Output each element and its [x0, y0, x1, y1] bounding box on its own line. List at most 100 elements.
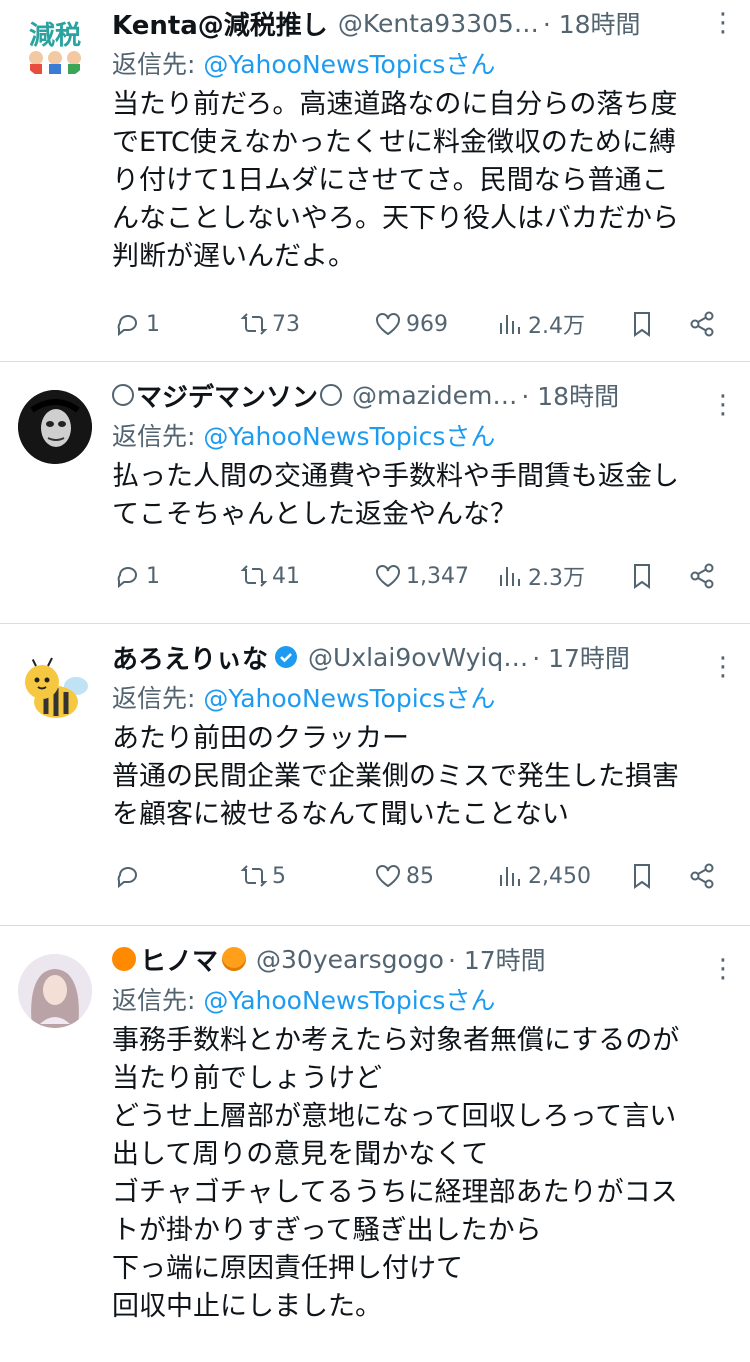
retweet-icon	[240, 865, 268, 887]
tweet[interactable]: マジデマンソン @mazidem… · 18時間 ⋮ 返信先: @YahooNe…	[0, 372, 750, 624]
views-button[interactable]: 2.3万	[496, 550, 585, 602]
retweet-count: 5	[272, 863, 286, 889]
like-button[interactable]: 85	[374, 850, 434, 902]
reply-prefix: 返信先:	[112, 684, 204, 713]
tweet-text: 払った人間の交通費や手数料や手間賃も返金し てこそちゃんとした返金やんな？	[112, 461, 679, 530]
display-name[interactable]: マジデマンソン	[136, 377, 318, 414]
like-icon	[376, 865, 400, 888]
reply-context: 返信先: @YahooNewsTopicsさん	[112, 982, 738, 1020]
retweet-icon	[240, 313, 268, 335]
share-button[interactable]	[688, 550, 716, 602]
retweet-icon	[240, 565, 268, 587]
action-bar: 1 73 969 2.4万	[112, 298, 738, 350]
tweet-header: Kenta@減税推し @Kenta93305… · 18時間	[112, 0, 738, 46]
reply-to-link[interactable]: @YahooNewsTopicsさん	[203, 684, 495, 713]
theater-mask-icon	[320, 384, 343, 406]
share-icon	[690, 863, 714, 889]
like-button[interactable]: 969	[374, 298, 448, 350]
views-count: 2,450	[528, 863, 591, 889]
avatar[interactable]	[18, 390, 92, 464]
reply-button[interactable]: 1	[114, 298, 160, 350]
bookmark-icon	[634, 864, 650, 889]
share-button[interactable]	[688, 850, 716, 902]
tweet-header: あろえりぃな @Uxlai9ovWyiq… · 17時間	[112, 634, 738, 680]
avatar[interactable]	[18, 954, 92, 1028]
reply-count: 1	[146, 563, 160, 589]
tweet[interactable]: 減税 Kenta@減税推し @Kenta93305… · 18時間 ⋮ 返信先:…	[0, 0, 750, 362]
share-icon	[690, 311, 714, 337]
more-icon[interactable]: ⋮	[710, 390, 736, 420]
retweet-button[interactable]: 73	[240, 298, 300, 350]
like-icon	[376, 313, 400, 336]
timestamp[interactable]: · 17時間	[532, 639, 630, 675]
reply-context: 返信先: @YahooNewsTopicsさん	[112, 680, 738, 718]
retweet-count: 73	[272, 311, 300, 337]
reply-prefix: 返信先:	[112, 50, 204, 79]
tangerine-icon	[222, 947, 247, 971]
views-icon	[500, 315, 520, 334]
reply-prefix: 返信先:	[112, 986, 204, 1015]
tweet[interactable]: ヒノマ @30yearsgogo · 17時間 ⋮ 返信先: @YahooNew…	[0, 936, 750, 1362]
reply-to-link[interactable]: @YahooNewsTopicsさん	[203, 50, 495, 79]
like-count: 969	[406, 311, 448, 337]
display-name[interactable]: ヒノマ	[140, 941, 218, 978]
action-bar: 5 85 2,450	[112, 850, 738, 902]
bookmark-icon	[634, 312, 650, 337]
reply-prefix: 返信先:	[112, 422, 204, 451]
reply-to-link[interactable]: @YahooNewsTopicsさん	[203, 986, 495, 1015]
tweet-header: マジデマンソン @mazidem… · 18時間	[112, 372, 738, 418]
action-bar: 1 41 1,347 2.3万	[112, 550, 738, 602]
reply-button[interactable]	[114, 850, 142, 902]
user-handle[interactable]: @mazidem…	[352, 381, 517, 410]
reply-icon	[117, 315, 137, 337]
theater-mask-icon	[112, 384, 134, 406]
display-name[interactable]: あろえりぃな	[112, 639, 268, 676]
views-button[interactable]: 2.4万	[496, 298, 585, 350]
verified-icon	[275, 646, 298, 668]
views-count: 2.3万	[528, 566, 585, 591]
tweet-text: 事務手数料とか考えたら対象者無償にするのが 当たり前でしょうけど どうせ上層部が…	[112, 1025, 680, 1322]
orange-circle-icon	[112, 947, 136, 971]
reply-context: 返信先: @YahooNewsTopicsさん	[112, 46, 738, 84]
tweet-text: 当たり前だろ。高速道路なのに自分らの落ち度 でETC使えなかったくせに料金徴収の…	[112, 89, 679, 272]
tweet[interactable]: あろえりぃな @Uxlai9ovWyiq… · 17時間 ⋮ 返信先: @Yah…	[0, 634, 750, 926]
avatar[interactable]	[18, 652, 92, 726]
views-icon	[500, 567, 520, 586]
more-icon[interactable]: ⋮	[710, 8, 736, 38]
user-handle[interactable]: @30yearsgogo	[256, 945, 444, 974]
bookmark-button[interactable]	[628, 550, 656, 602]
timestamp[interactable]: · 18時間	[543, 5, 641, 41]
like-count: 1,347	[406, 563, 469, 589]
tweet-text: あたり前田のクラッカー 普通の民間企業で企業側のミスで発生した損害 を顧客に被せ…	[112, 723, 679, 830]
retweet-count: 41	[272, 563, 300, 589]
reply-button[interactable]: 1	[114, 550, 160, 602]
tweet-header: ヒノマ @30yearsgogo · 17時間	[112, 936, 738, 982]
reply-to-link[interactable]: @YahooNewsTopicsさん	[203, 422, 495, 451]
share-button[interactable]	[688, 298, 716, 350]
avatar-text: 減税	[29, 21, 81, 51]
bookmark-button[interactable]	[628, 850, 656, 902]
timestamp[interactable]: · 17時間	[448, 941, 546, 977]
reply-icon	[117, 867, 137, 889]
reply-count: 1	[146, 311, 160, 337]
reply-icon	[117, 567, 137, 589]
bookmark-button[interactable]	[628, 298, 656, 350]
user-handle[interactable]: @Kenta93305…	[338, 9, 539, 38]
retweet-button[interactable]: 41	[240, 550, 300, 602]
user-handle[interactable]: @Uxlai9ovWyiq…	[308, 643, 528, 672]
retweet-button[interactable]: 5	[240, 850, 286, 902]
share-icon	[690, 563, 714, 589]
display-name[interactable]: Kenta@減税推し	[112, 5, 328, 42]
timestamp[interactable]: · 18時間	[521, 377, 619, 413]
more-icon[interactable]: ⋮	[710, 954, 736, 984]
bookmark-icon	[634, 564, 650, 589]
reply-context: 返信先: @YahooNewsTopicsさん	[112, 418, 738, 456]
avatar[interactable]: 減税	[18, 6, 92, 80]
like-icon	[376, 565, 400, 588]
views-count: 2.4万	[528, 314, 585, 339]
more-icon[interactable]: ⋮	[710, 652, 736, 682]
views-icon	[500, 867, 520, 886]
like-count: 85	[406, 863, 434, 889]
like-button[interactable]: 1,347	[374, 550, 469, 602]
views-button[interactable]: 2,450	[496, 850, 591, 902]
